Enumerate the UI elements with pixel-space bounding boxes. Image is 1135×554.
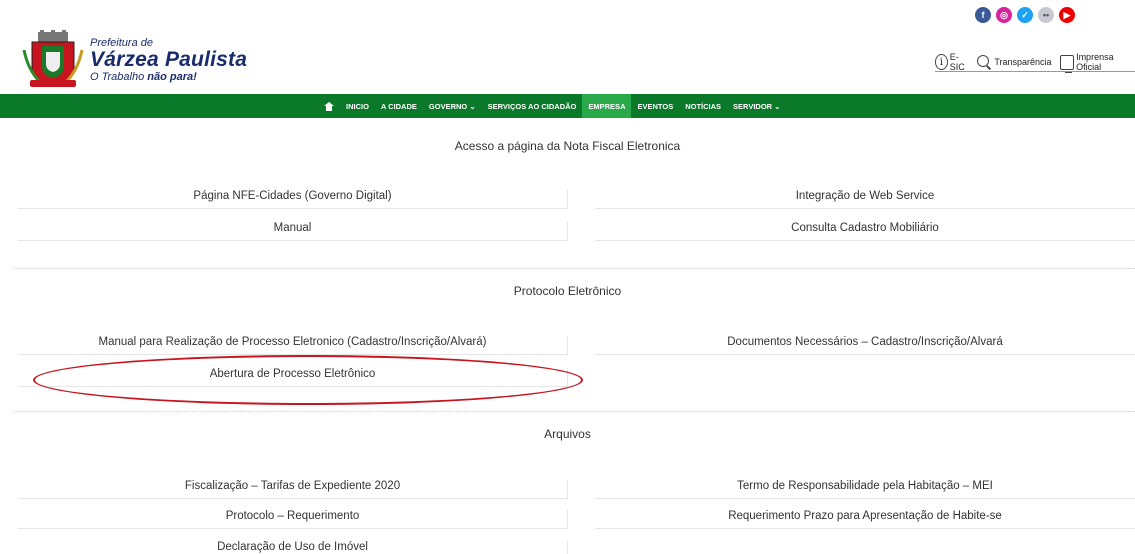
transparencia-label: Transparência — [994, 57, 1052, 67]
transparencia-link[interactable]: Transparência — [976, 54, 1052, 70]
logo-tagline-bold: não para! — [147, 71, 197, 83]
nav-item-servicos[interactable]: SERVIÇOS AO CIDADÃO — [482, 94, 583, 118]
imprensa-link[interactable]: Imprensa Oficial — [1059, 52, 1127, 73]
top-links: i E-SIC Transparência Imprensa Oficial — [935, 52, 1135, 73]
monitor-icon — [1059, 54, 1075, 73]
declaracao-uso-imovel-link[interactable]: Declaração de Uso de Imóvel — [18, 541, 568, 554]
instagram-icon[interactable]: ◎ — [996, 7, 1012, 23]
highlight-ellipse — [33, 355, 583, 405]
logo-tagline-prefix: O Trabalho — [90, 71, 145, 83]
prazo-habite-se-link[interactable]: Requerimento Prazo para Apresentação de … — [595, 510, 1135, 529]
tarifas-expediente-link[interactable]: Fiscalização – Tarifas de Expediente 202… — [18, 480, 568, 499]
search-icon — [976, 54, 992, 70]
twitter-icon[interactable]: ✓ — [1017, 7, 1033, 23]
nav-home[interactable] — [318, 94, 340, 118]
info-icon: i — [935, 54, 948, 70]
nav-item-noticias[interactable]: NOTÍCIAS — [679, 94, 727, 118]
cadastro-mobiliario-link[interactable]: Consulta Cadastro Mobiliário — [595, 222, 1135, 241]
city-logo-text[interactable]: Prefeitura de Várzea Paulista O Trabalho… — [90, 38, 248, 84]
top-links-divider — [935, 71, 1135, 72]
main-nav: INICIO A CIDADE GOVERNO ⌄ SERVIÇOS AO CI… — [0, 94, 1135, 118]
nav-item-empresa[interactable]: EMPRESA — [582, 94, 632, 118]
nav-item-servidor[interactable]: SERVIDOR ⌄ — [727, 94, 786, 118]
logo-city-name: Várzea Paulista — [90, 48, 248, 71]
nav-item-governo[interactable]: GOVERNO ⌄ — [423, 94, 482, 118]
nav-items: INICIO A CIDADE GOVERNO ⌄ SERVIÇOS AO CI… — [318, 94, 786, 118]
facebook-icon[interactable]: f — [975, 7, 991, 23]
esic-link[interactable]: i E-SIC — [935, 52, 968, 72]
arquivos-section-title: Arquivos — [544, 427, 591, 441]
site-header: Prefeitura de Várzea Paulista O Trabalho… — [0, 0, 1135, 94]
termo-responsabilidade-link[interactable]: Termo de Responsabilidade pela Habitação… — [595, 480, 1135, 499]
nav-item-eventos[interactable]: EVENTOS — [631, 94, 679, 118]
section-divider — [14, 268, 1135, 269]
nav-item-inicio[interactable]: INICIO — [340, 94, 375, 118]
manual-link[interactable]: Manual — [18, 222, 568, 241]
esic-label: E-SIC — [949, 52, 965, 72]
nfe-section-title: Acesso a página da Nota Fiscal Eletronic… — [454, 139, 681, 153]
social-links: f ◎ ✓ •• ▶ — [975, 7, 1075, 23]
flickr-icon[interactable]: •• — [1038, 7, 1054, 23]
nav-item-a-cidade[interactable]: A CIDADE — [375, 94, 423, 118]
home-icon — [324, 101, 334, 111]
manual-processo-link[interactable]: Manual para Realização de Processo Eletr… — [18, 336, 568, 355]
city-crest-logo[interactable] — [22, 30, 84, 90]
section-divider — [14, 411, 1135, 412]
imprensa-label: Imprensa Oficial — [1076, 52, 1114, 72]
protocolo-section-title: Protocolo Eletrônico — [513, 284, 622, 298]
nfe-cidades-link[interactable]: Página NFE-Cidades (Governo Digital) — [18, 190, 568, 209]
protocolo-requerimento-link[interactable]: Protocolo – Requerimento — [18, 510, 568, 529]
web-service-link[interactable]: Integração de Web Service — [595, 190, 1135, 209]
documentos-necessarios-link[interactable]: Documentos Necessários – Cadastro/Inscri… — [595, 336, 1135, 355]
youtube-icon[interactable]: ▶ — [1059, 7, 1075, 23]
logo-tagline: O Trabalho não para! — [90, 71, 247, 83]
